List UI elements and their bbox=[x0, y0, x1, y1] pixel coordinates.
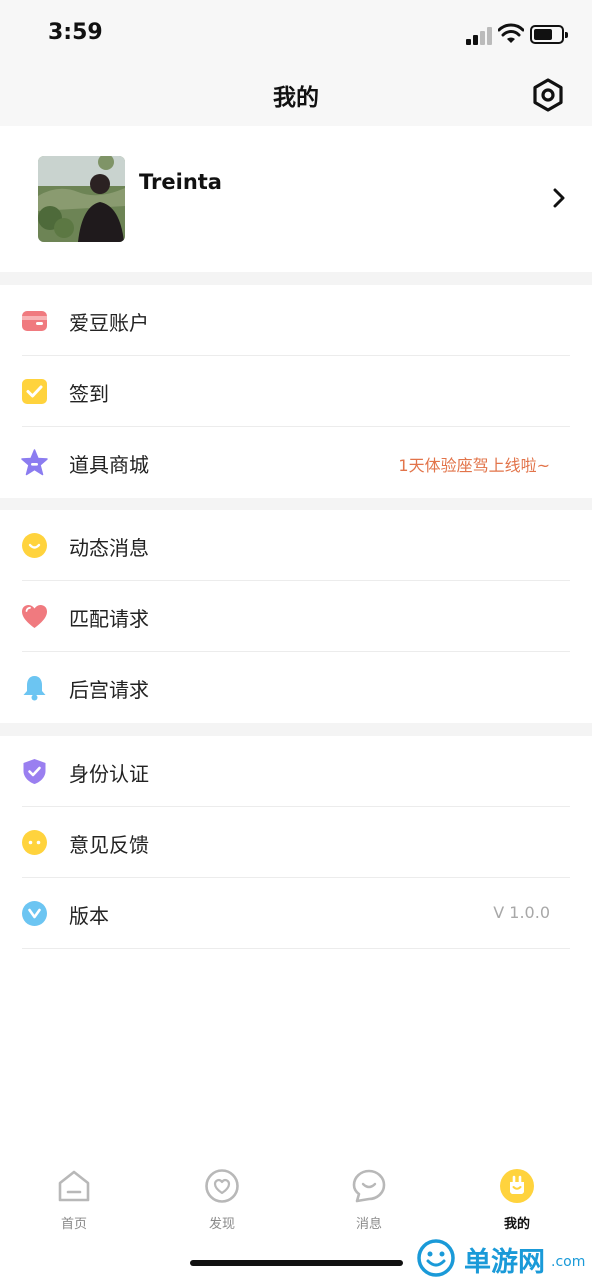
discover-heart-icon bbox=[205, 1169, 239, 1203]
tab-label: 首页 bbox=[60, 1217, 87, 1232]
menu-item-label: 道具商城 bbox=[69, 453, 149, 477]
menu-item-label: 后宫请求 bbox=[69, 678, 149, 702]
home-indicator bbox=[190, 1260, 403, 1266]
chevron-right-icon[interactable] bbox=[552, 188, 566, 208]
tab-messages[interactable]: 消息 bbox=[319, 1168, 419, 1238]
menu-section-account: 爱豆账户 签到 道具商城 1天体验座驾上线啦~ bbox=[0, 285, 592, 498]
cellular-signal-icon bbox=[466, 27, 494, 45]
menu-item-idou-account[interactable]: 爱豆账户 bbox=[0, 285, 592, 356]
wifi-icon bbox=[498, 23, 524, 43]
menu-item-version[interactable]: 版本 V 1.0.0 bbox=[0, 878, 592, 949]
tab-discover[interactable]: 发现 bbox=[172, 1168, 272, 1238]
menu-item-identity-verification[interactable]: 身份认证 bbox=[0, 736, 592, 807]
menu-item-feedback[interactable]: 意见反馈 bbox=[0, 807, 592, 878]
menu-section-about: 身份认证 意见反馈 版本 V 1.0.0 bbox=[0, 736, 592, 1148]
watermark-suffix: .com bbox=[551, 1254, 586, 1270]
message-icon bbox=[352, 1169, 386, 1203]
version-v-icon bbox=[22, 901, 47, 926]
settings-hex-icon[interactable] bbox=[530, 77, 566, 113]
profile-card[interactable]: Treinta bbox=[0, 126, 592, 272]
menu-item-label: 版本 bbox=[69, 904, 109, 928]
home-icon bbox=[58, 1170, 90, 1202]
menu-item-label: 身份认证 bbox=[69, 762, 149, 786]
status-time: 3:59 bbox=[48, 20, 103, 45]
menu-item-label: 爱豆账户 bbox=[69, 311, 149, 335]
watermark-smile-icon bbox=[417, 1239, 455, 1277]
menu-item-moment-messages[interactable]: 动态消息 bbox=[0, 510, 592, 581]
tab-home[interactable]: 首页 bbox=[24, 1168, 124, 1238]
tab-label: 消息 bbox=[355, 1217, 382, 1232]
menu-item-match-requests[interactable]: 匹配请求 bbox=[0, 581, 592, 652]
checkin-icon bbox=[22, 379, 47, 404]
menu-item-label: 意见反馈 bbox=[69, 833, 149, 857]
menu-item-harem-requests[interactable]: 后宫请求 bbox=[0, 652, 592, 723]
profile-username: Treinta bbox=[139, 170, 222, 194]
watermark-text: 单游网 bbox=[464, 1247, 545, 1278]
menu-item-prop-store[interactable]: 道具商城 1天体验座驾上线啦~ bbox=[0, 427, 592, 498]
me-icon bbox=[500, 1169, 534, 1203]
wallet-icon bbox=[22, 311, 47, 331]
nav-bar: 我的 bbox=[0, 68, 592, 126]
page-title: 我的 bbox=[273, 85, 319, 111]
feedback-face-icon bbox=[22, 830, 47, 855]
smile-icon bbox=[22, 533, 47, 558]
tab-label: 我的 bbox=[503, 1217, 530, 1232]
tab-label: 发现 bbox=[208, 1217, 235, 1232]
menu-item-label: 匹配请求 bbox=[69, 607, 149, 631]
menu-item-checkin[interactable]: 签到 bbox=[0, 356, 592, 427]
battery-icon bbox=[530, 25, 568, 44]
row-divider bbox=[22, 948, 570, 949]
version-number: V 1.0.0 bbox=[493, 903, 550, 922]
tab-me[interactable]: 我的 bbox=[467, 1168, 567, 1238]
menu-item-label: 签到 bbox=[69, 382, 109, 406]
shield-check-icon bbox=[23, 759, 46, 784]
heart-icon bbox=[22, 605, 47, 628]
avatar[interactable] bbox=[38, 156, 125, 242]
status-bar: 3:59 bbox=[0, 0, 592, 68]
star-icon bbox=[21, 449, 48, 476]
site-watermark: 单游网 .com bbox=[414, 1238, 592, 1278]
menu-section-messages: 动态消息 匹配请求 后宫请求 bbox=[0, 510, 592, 723]
promo-text: 1天体验座驾上线啦~ bbox=[398, 456, 550, 475]
bell-icon bbox=[23, 676, 46, 701]
menu-item-label: 动态消息 bbox=[69, 536, 149, 560]
